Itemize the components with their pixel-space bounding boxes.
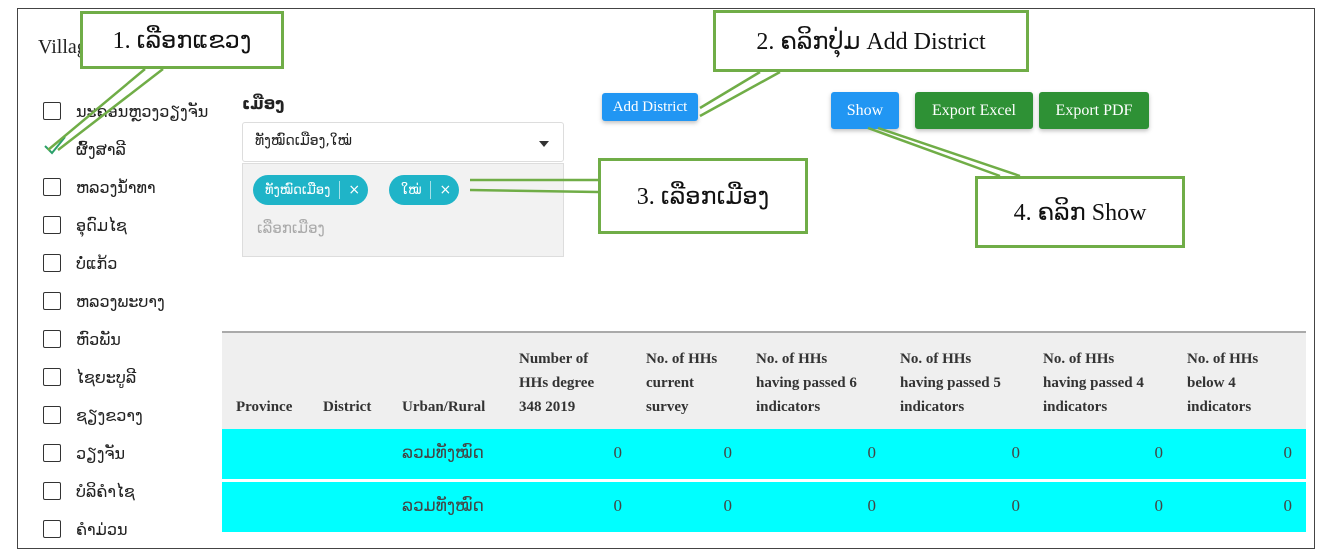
header-line: indicators bbox=[900, 399, 965, 415]
table-row: ລວມທັງໝົດ 0 0 0 0 0 0 bbox=[222, 482, 1306, 532]
header-district: District bbox=[323, 399, 372, 415]
header-province: Province bbox=[236, 399, 293, 415]
cell-passed-6: 0 bbox=[867, 496, 877, 515]
header-line: having passed 4 bbox=[1043, 375, 1144, 391]
header-line: Number of bbox=[519, 351, 589, 367]
cell-passed-5: 0 bbox=[1011, 496, 1021, 515]
callout-step4: 4. ຄລິກ Show bbox=[975, 176, 1185, 248]
cell-passed-4: 0 bbox=[1154, 496, 1164, 515]
header-line: No. of HHs bbox=[646, 351, 718, 367]
header-line: having passed 5 bbox=[900, 375, 1001, 391]
cell-hhs-degree: 0 bbox=[613, 443, 623, 462]
header-urban-rural: Urban/Rural bbox=[402, 399, 486, 415]
callout3-leader bbox=[469, 178, 599, 194]
header-line: No. of HHs bbox=[756, 351, 828, 367]
header-hhs-current: No. of HHs current survey bbox=[646, 347, 717, 419]
cell-passed-6: 0 bbox=[867, 443, 877, 462]
header-line: having passed 6 bbox=[756, 375, 857, 391]
cell-hhs-current: 0 bbox=[723, 496, 733, 515]
header-below-4: No. of HHs below 4 indicators bbox=[1187, 347, 1258, 419]
header-line: No. of HHs bbox=[1043, 351, 1115, 367]
cell-passed-5: 0 bbox=[1011, 443, 1021, 462]
cell-urban-rural: ລວມທັງໝົດ bbox=[402, 496, 484, 515]
header-line: indicators bbox=[1043, 399, 1108, 415]
cell-below-4: 0 bbox=[1283, 443, 1293, 462]
header-line: No. of HHs bbox=[1187, 351, 1259, 367]
header-passed-5: No. of HHs having passed 5 indicators bbox=[900, 347, 1001, 419]
table-row: ລວມທັງໝົດ 0 0 0 0 0 0 bbox=[222, 429, 1306, 479]
header-line: 348 2019 bbox=[519, 399, 576, 415]
header-line: HHs degree bbox=[519, 375, 595, 391]
callout-step1: 1. ເລືອກແຂວງ bbox=[80, 11, 284, 69]
cell-below-4: 0 bbox=[1283, 496, 1293, 515]
cell-passed-4: 0 bbox=[1154, 443, 1164, 462]
header-line: indicators bbox=[756, 399, 821, 415]
cell-urban-rural: ລວມທັງໝົດ bbox=[402, 443, 484, 462]
callout-step3: 3. ເລືອກເມືອງ bbox=[598, 158, 808, 234]
cell-hhs-degree: 0 bbox=[613, 496, 623, 515]
table-header: Province District Urban/Rural Number of … bbox=[222, 331, 1306, 429]
header-line: No. of HHs bbox=[900, 351, 972, 367]
callout1-leader bbox=[47, 68, 164, 151]
header-line: below 4 bbox=[1187, 375, 1236, 391]
callout2-leader bbox=[699, 70, 781, 118]
header-passed-6: No. of HHs having passed 6 indicators bbox=[756, 347, 857, 419]
results-table: Province District Urban/Rural Number of … bbox=[222, 331, 1306, 532]
cell-hhs-current: 0 bbox=[723, 443, 733, 462]
callout4-leader bbox=[867, 126, 1021, 178]
callout-step2: 2. ຄລິກປຸ່ມ Add District bbox=[713, 10, 1029, 72]
header-line: current bbox=[646, 375, 695, 391]
header-hhs-degree: Number of HHs degree 348 2019 bbox=[519, 347, 594, 419]
header-line: indicators bbox=[1187, 399, 1252, 415]
header-passed-4: No. of HHs having passed 4 indicators bbox=[1043, 347, 1144, 419]
header-line: survey bbox=[646, 399, 689, 415]
